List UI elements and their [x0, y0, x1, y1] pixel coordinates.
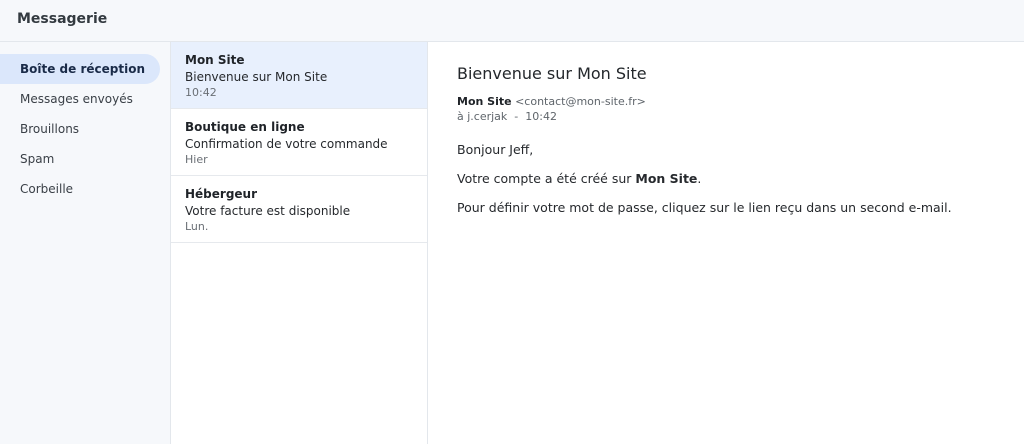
sender-name: Mon Site — [457, 95, 512, 108]
email-meta: à j.cerjak - 10:42 — [457, 110, 557, 123]
mail-app: Messagerie Boîte de réception Messages e… — [0, 0, 1024, 444]
body-line-account-suffix: . — [697, 171, 702, 186]
sidebar-item-spam[interactable]: Spam — [0, 144, 160, 174]
sidebar-item-inbox[interactable]: Boîte de réception — [0, 54, 160, 84]
message-sender: Boutique en ligne — [185, 120, 305, 134]
app-title: Messagerie — [17, 11, 108, 27]
body-line-password: Pour définir votre mot de passe, cliquez… — [457, 200, 952, 215]
sidebar-item-sent[interactable]: Messages envoyés — [0, 84, 160, 114]
sender-email: <contact@mon-site.fr> — [515, 95, 646, 108]
body-line-account: Votre compte a été créé sur Mon Site. — [457, 171, 701, 186]
list-item[interactable]: Mon Site Bienvenue sur Mon Site 10:42 — [171, 42, 427, 109]
list-item[interactable]: Boutique en ligne Confirmation de votre … — [171, 109, 427, 176]
message-sender: Hébergeur — [185, 187, 258, 201]
sidebar-item-drafts[interactable]: Brouillons — [0, 114, 160, 144]
sidebar-item-trash[interactable]: Corbeille — [0, 174, 160, 204]
email-subject: Bienvenue sur Mon Site — [457, 64, 647, 83]
message-time: Lun. — [185, 220, 209, 233]
message-subject: Votre facture est disponible — [185, 204, 351, 218]
message-subject: Confirmation de votre commande — [185, 137, 388, 151]
email-from: Mon Site <contact@mon-site.fr> — [457, 95, 646, 108]
message-sender: Mon Site — [185, 53, 245, 67]
message-time: Hier — [185, 153, 208, 166]
message-subject: Bienvenue sur Mon Site — [185, 70, 328, 84]
list-item[interactable]: Hébergeur Votre facture est disponible L… — [171, 176, 427, 243]
reading-pane: Bienvenue sur Mon Site Mon Site <contact… — [429, 42, 1024, 444]
body-site-name: Mon Site — [635, 171, 698, 186]
top-bar: Messagerie — [0, 0, 1024, 42]
meta-separator: - — [514, 110, 519, 123]
body-greeting: Bonjour Jeff, — [457, 142, 534, 157]
recipient: à j.cerjak — [457, 110, 508, 123]
email-time: 10:42 — [525, 110, 557, 123]
message-time: 10:42 — [185, 86, 217, 99]
folder-sidebar: Boîte de réception Messages envoyés Brou… — [0, 42, 171, 444]
body-line-account-prefix: Votre compte a été créé sur — [457, 171, 636, 186]
message-list: Mon Site Bienvenue sur Mon Site 10:42 Bo… — [171, 42, 428, 444]
